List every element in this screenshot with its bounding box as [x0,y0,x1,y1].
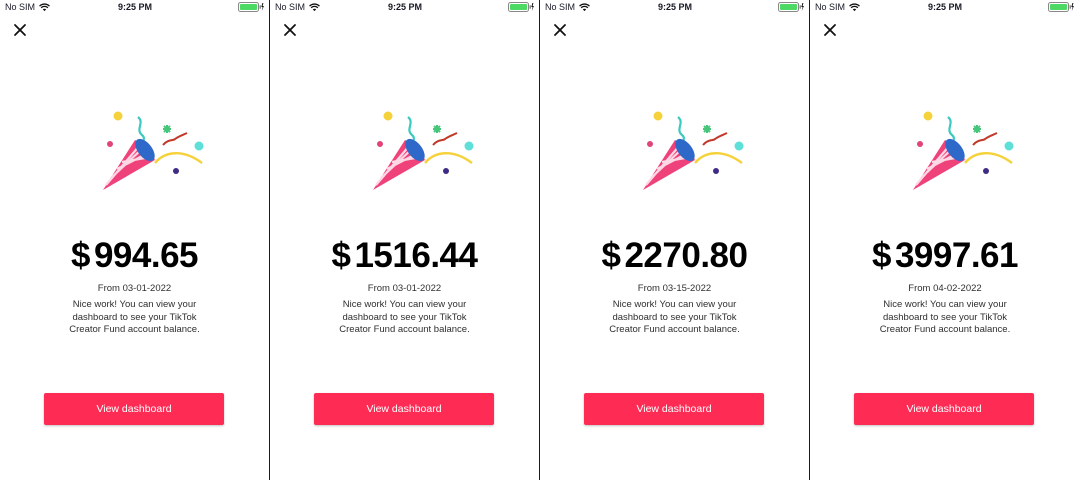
status-bar: No SIM 9:25 PM [0,0,269,16]
amount-value: 994.65 [93,236,199,275]
from-date: From 03-01-2022 [97,283,172,294]
amount: $1516.44 [270,236,539,276]
battery-icon [778,2,804,12]
message-text: Nice work! You can view your dashboard t… [69,299,200,335]
view-dashboard-button[interactable]: View dashboard [854,393,1034,425]
screen-3: No SIM 9:25 PM $2270.80 From 03-15-2022 … [540,0,810,480]
screens-row: No SIM 9:25 PM $994.65 From 03-01-2022 N… [0,0,1080,480]
currency-symbol: $ [331,236,351,275]
battery-icon [508,2,534,12]
status-time: 9:25 PM [117,2,152,12]
confetti-icon [373,111,474,190]
view-dashboard-button[interactable]: View dashboard [314,393,494,425]
screen-4: No SIM 9:25 PM $3997.61 From 04-02-2022 … [810,0,1080,480]
message-text: Nice work! You can view your dashboard t… [879,299,1011,335]
status-time: 9:25 PM [657,2,692,12]
from-date: From 04-02-2022 [908,283,982,294]
confetti-icon [103,111,204,190]
status-bar: No SIM 9:25 PM [540,0,809,16]
amount-value: 2270.80 [624,236,748,275]
battery-icon [238,2,264,12]
amount: $2270.80 [540,236,809,276]
amount-value: 1516.44 [354,236,478,275]
amount-value: 3997.61 [894,236,1019,275]
currency-symbol: $ [70,236,90,275]
currency-symbol: $ [601,236,621,275]
view-dashboard-button[interactable]: View dashboard [44,393,224,425]
currency-symbol: $ [872,236,891,275]
confetti-icon [913,111,1014,190]
close-icon[interactable] [282,22,298,38]
close-icon[interactable] [822,22,838,38]
close-icon[interactable] [12,22,28,38]
from-date: From 03-15-2022 [637,283,712,294]
status-time: 9:25 PM [927,2,962,12]
screen-2: No SIM 9:25 PM $1516.44 From 03-01-2022 … [270,0,540,480]
message-text: Nice work! You can view your dashboard t… [609,299,740,335]
confetti-icon [643,111,744,190]
close-icon[interactable] [552,22,568,38]
amount: $994.65 [0,236,269,276]
screen-1: No SIM 9:25 PM $994.65 From 03-01-2022 N… [0,0,270,480]
from-date: From 03-01-2022 [367,283,442,294]
status-bar: No SIM 9:25 PM [810,0,1080,16]
amount: $3997.61 [810,236,1080,276]
status-bar: No SIM 9:25 PM [270,0,539,16]
message-text: Nice work! You can view your dashboard t… [339,299,470,335]
view-dashboard-button[interactable]: View dashboard [584,393,764,425]
battery-icon [1048,2,1074,12]
status-time: 9:25 PM [387,2,422,12]
